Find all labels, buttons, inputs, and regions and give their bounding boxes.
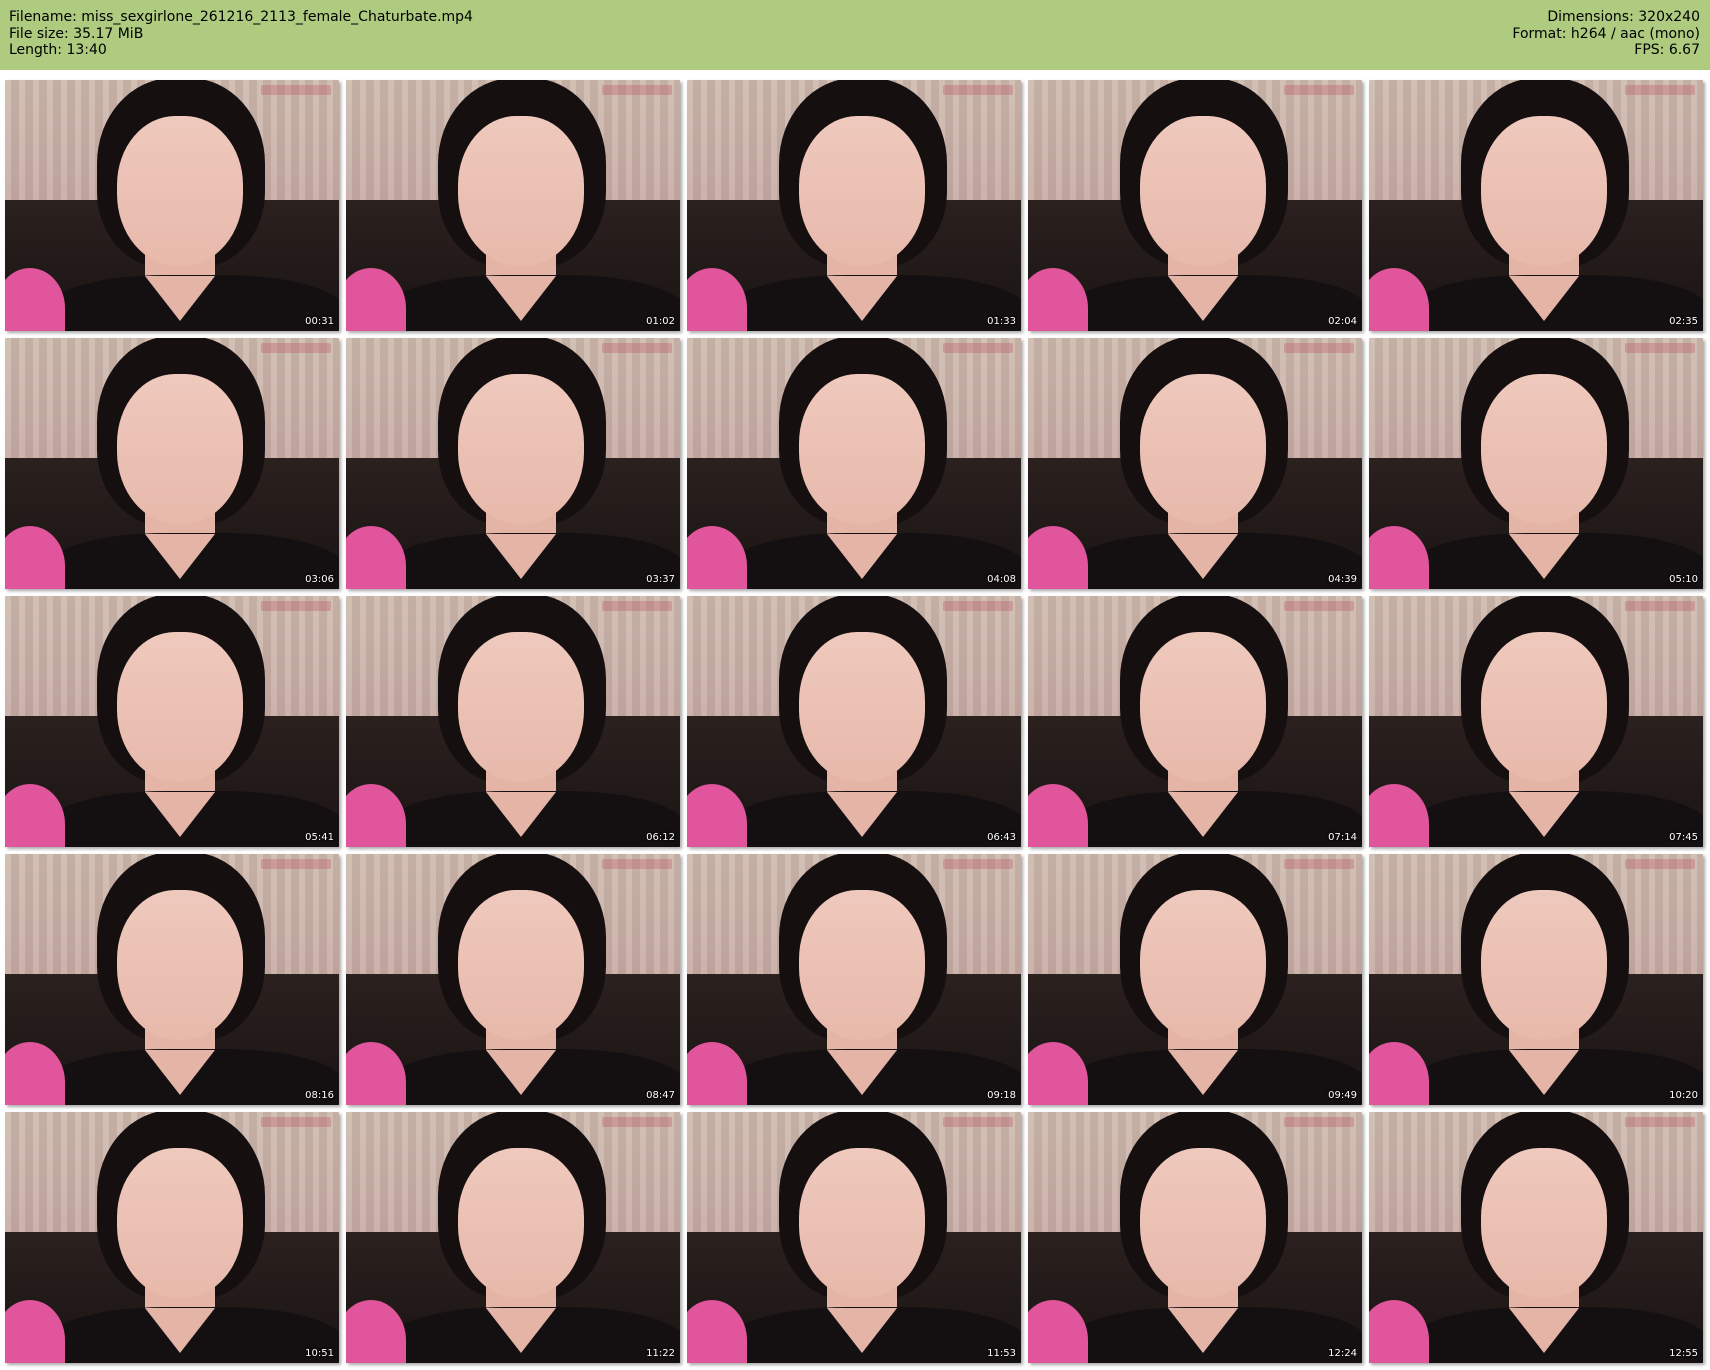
thumbnail[interactable]: 10:20: [1369, 854, 1703, 1105]
thumbnail[interactable]: 10:51: [5, 1112, 339, 1363]
thumbnail[interactable]: 08:16: [5, 854, 339, 1105]
timestamp-label: 02:35: [1669, 316, 1698, 327]
watermark: [1284, 1117, 1354, 1127]
timestamp-label: 10:51: [305, 1348, 334, 1359]
timestamp-label: 12:24: [1328, 1348, 1357, 1359]
watermark: [602, 601, 672, 611]
watermark: [943, 85, 1013, 95]
watermark: [261, 859, 331, 869]
file-size-text: File size: 35.17 MiB: [9, 25, 144, 42]
thumbnail[interactable]: 01:02: [346, 80, 680, 331]
watermark: [1284, 343, 1354, 353]
watermark: [602, 343, 672, 353]
watermark: [602, 85, 672, 95]
thumbnail[interactable]: 11:53: [687, 1112, 1021, 1363]
thumbnail[interactable]: 00:31: [5, 80, 339, 331]
format-text: Format: h264 / aac (mono): [1512, 25, 1700, 42]
watermark: [1284, 85, 1354, 95]
timestamp-label: 05:41: [305, 832, 334, 843]
dimensions-text: Dimensions: 320x240: [1547, 9, 1700, 25]
filename-text: Filename: miss_sexgirlone_261216_2113_fe…: [9, 9, 473, 25]
thumbnail-grid: 00:31 01:02 01:33 02:04 02:35 03:06 03:3…: [0, 70, 1710, 1370]
fps-text: FPS: 6.67: [1634, 42, 1700, 58]
timestamp-label: 12:55: [1669, 1348, 1698, 1359]
timestamp-label: 04:08: [987, 574, 1016, 585]
thumbnail[interactable]: 01:33: [687, 80, 1021, 331]
thumbnail[interactable]: 07:14: [1028, 596, 1362, 847]
watermark: [602, 1117, 672, 1127]
watermark: [1625, 343, 1695, 353]
timestamp-label: 10:20: [1669, 1090, 1698, 1101]
thumbnail[interactable]: 12:24: [1028, 1112, 1362, 1363]
thumbnail[interactable]: 07:45: [1369, 596, 1703, 847]
thumbnail[interactable]: 12:55: [1369, 1112, 1703, 1363]
thumbnail[interactable]: 08:47: [346, 854, 680, 1105]
watermark: [1625, 859, 1695, 869]
thumbnail[interactable]: 04:08: [687, 338, 1021, 589]
timestamp-label: 03:06: [305, 574, 334, 585]
media-info: Dimensions: 320x240 Format: h264 / aac (…: [1512, 9, 1700, 59]
watermark: [943, 601, 1013, 611]
watermark: [1625, 85, 1695, 95]
timestamp-label: 05:10: [1669, 574, 1698, 585]
watermark: [261, 85, 331, 95]
thumbnail[interactable]: 09:18: [687, 854, 1021, 1105]
watermark: [261, 1117, 331, 1127]
watermark: [1625, 601, 1695, 611]
thumbnail[interactable]: 09:49: [1028, 854, 1362, 1105]
thumbnail[interactable]: 04:39: [1028, 338, 1362, 589]
timestamp-label: 01:02: [646, 316, 675, 327]
timestamp-label: 08:47: [646, 1090, 675, 1101]
thumbnail[interactable]: 02:35: [1369, 80, 1703, 331]
timestamp-label: 09:49: [1328, 1090, 1357, 1101]
info-header: Filename: miss_sexgirlone_261216_2113_fe…: [0, 0, 1710, 70]
watermark: [1625, 1117, 1695, 1127]
thumbnail[interactable]: 03:37: [346, 338, 680, 589]
thumbnail[interactable]: 05:10: [1369, 338, 1703, 589]
timestamp-label: 04:39: [1328, 574, 1357, 585]
timestamp-label: 11:53: [987, 1348, 1016, 1359]
timestamp-label: 11:22: [646, 1348, 675, 1359]
timestamp-label: 00:31: [305, 316, 334, 327]
thumbnail[interactable]: 06:43: [687, 596, 1021, 847]
watermark: [1284, 601, 1354, 611]
watermark: [1284, 859, 1354, 869]
timestamp-label: 01:33: [987, 316, 1016, 327]
timestamp-label: 06:43: [987, 832, 1016, 843]
timestamp-label: 03:37: [646, 574, 675, 585]
thumbnail[interactable]: 02:04: [1028, 80, 1362, 331]
timestamp-label: 08:16: [305, 1090, 334, 1101]
thumbnail[interactable]: 05:41: [5, 596, 339, 847]
watermark: [943, 859, 1013, 869]
timestamp-label: 06:12: [646, 832, 675, 843]
thumbnail[interactable]: 06:12: [346, 596, 680, 847]
timestamp-label: 09:18: [987, 1090, 1016, 1101]
thumbnail[interactable]: 11:22: [346, 1112, 680, 1363]
timestamp-label: 07:45: [1669, 832, 1698, 843]
watermark: [261, 601, 331, 611]
thumbnail[interactable]: 03:06: [5, 338, 339, 589]
timestamp-label: 02:04: [1328, 316, 1357, 327]
timestamp-label: 07:14: [1328, 832, 1357, 843]
length-text: Length: 13:40: [9, 42, 107, 58]
file-info: Filename: miss_sexgirlone_261216_2113_fe…: [9, 9, 473, 59]
watermark: [602, 859, 672, 869]
watermark: [261, 343, 331, 353]
watermark: [943, 1117, 1013, 1127]
watermark: [943, 343, 1013, 353]
